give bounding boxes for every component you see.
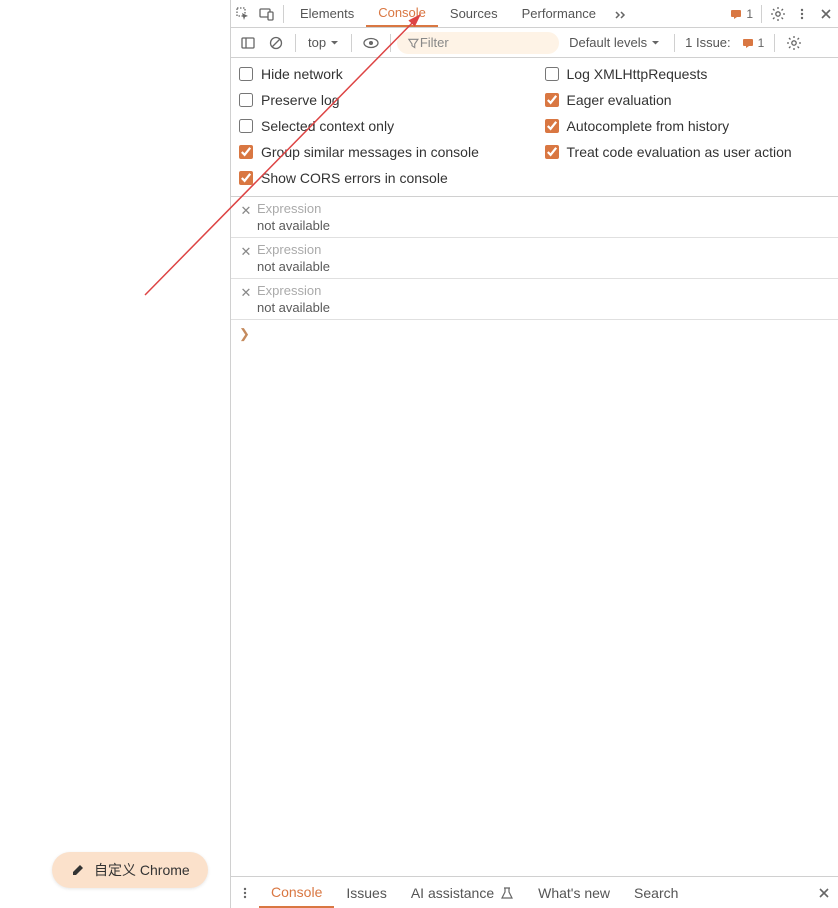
issues-count: 1 bbox=[758, 36, 765, 50]
console-prompt[interactable]: ❯ bbox=[231, 320, 838, 348]
divider bbox=[390, 34, 391, 52]
checkbox-hide-network[interactable]: Hide network bbox=[239, 66, 525, 82]
expression-placeholder[interactable]: Expression bbox=[257, 201, 330, 216]
remove-expression-icon[interactable]: ✕ bbox=[237, 201, 255, 219]
drawer-kebab-icon[interactable] bbox=[231, 886, 259, 900]
checkbox-log-xhr[interactable]: Log XMLHttpRequests bbox=[545, 66, 831, 82]
chevron-down-icon bbox=[651, 38, 660, 47]
messages-count: 1 bbox=[746, 7, 753, 21]
checkbox-eager-eval[interactable]: Eager evaluation bbox=[545, 92, 831, 108]
log-levels-selector[interactable]: Default levels bbox=[561, 35, 668, 50]
message-icon bbox=[741, 36, 755, 50]
levels-label: Default levels bbox=[569, 35, 647, 50]
close-devtools-icon[interactable] bbox=[814, 0, 838, 28]
more-tabs-chevron-icon[interactable] bbox=[608, 0, 632, 28]
issues-label: 1 Issue: bbox=[681, 35, 735, 50]
expression-placeholder[interactable]: Expression bbox=[257, 283, 330, 298]
divider bbox=[283, 5, 284, 23]
console-toolbar: top Default levels 1 Issue: 1 bbox=[231, 28, 838, 58]
filter-input[interactable] bbox=[420, 35, 549, 50]
drawer-tabs: Console Issues AI assistance What's new … bbox=[231, 876, 838, 908]
close-drawer-icon[interactable] bbox=[810, 886, 838, 900]
prompt-chevron-icon: ❯ bbox=[239, 326, 250, 342]
filter-input-wrapper[interactable] bbox=[397, 32, 559, 54]
drawer-tab-ai[interactable]: AI assistance bbox=[399, 877, 526, 908]
divider bbox=[761, 5, 762, 23]
console-settings-gear-icon[interactable] bbox=[781, 30, 807, 56]
expression-value: not available bbox=[257, 216, 330, 233]
divider bbox=[774, 34, 775, 52]
context-label: top bbox=[308, 35, 326, 50]
expression-placeholder[interactable]: Expression bbox=[257, 242, 330, 257]
filter-icon bbox=[407, 36, 420, 50]
kebab-menu-icon[interactable] bbox=[790, 0, 814, 28]
tab-elements[interactable]: Elements bbox=[288, 0, 366, 27]
message-icon bbox=[729, 7, 743, 21]
clear-console-icon[interactable] bbox=[263, 30, 289, 56]
checkbox-autocomplete[interactable]: Autocomplete from history bbox=[545, 118, 831, 134]
issues-badge[interactable]: 1 bbox=[737, 36, 769, 50]
drawer-tab-search[interactable]: Search bbox=[622, 877, 690, 908]
checkbox-show-cors[interactable]: Show CORS errors in console bbox=[239, 170, 525, 186]
device-toggle-icon[interactable] bbox=[255, 0, 279, 28]
tab-sources[interactable]: Sources bbox=[438, 0, 510, 27]
chevron-down-icon bbox=[330, 38, 339, 47]
devtools-top-tabs: Elements Console Sources Performance 1 bbox=[231, 0, 838, 28]
messages-badge[interactable]: 1 bbox=[725, 7, 757, 21]
expression-value: not available bbox=[257, 257, 330, 274]
divider bbox=[674, 34, 675, 52]
customize-label: 自定义 Chrome bbox=[94, 860, 190, 880]
live-expression-icon[interactable] bbox=[358, 30, 384, 56]
checkbox-preserve-log[interactable]: Preserve log bbox=[239, 92, 525, 108]
tab-console[interactable]: Console bbox=[366, 0, 438, 27]
customize-chrome-button[interactable]: 自定义 Chrome bbox=[52, 852, 208, 888]
remove-expression-icon[interactable]: ✕ bbox=[237, 283, 255, 301]
flask-icon bbox=[500, 886, 514, 900]
live-expression-row: ✕ Expression not available bbox=[231, 279, 838, 320]
divider bbox=[295, 34, 296, 52]
live-expression-row: ✕ Expression not available bbox=[231, 238, 838, 279]
toggle-sidebar-icon[interactable] bbox=[235, 30, 261, 56]
pencil-icon bbox=[70, 862, 86, 878]
settings-gear-icon[interactable] bbox=[766, 0, 790, 28]
expression-value: not available bbox=[257, 298, 330, 315]
drawer-tab-issues[interactable]: Issues bbox=[334, 877, 398, 908]
drawer-tab-whatsnew[interactable]: What's new bbox=[526, 877, 622, 908]
drawer-tab-console[interactable]: Console bbox=[259, 877, 334, 908]
remove-expression-icon[interactable]: ✕ bbox=[237, 242, 255, 260]
context-selector[interactable]: top bbox=[302, 35, 345, 50]
checkbox-group-similar[interactable]: Group similar messages in console bbox=[239, 144, 525, 160]
live-expression-row: ✕ Expression not available bbox=[231, 197, 838, 238]
inspect-element-icon[interactable] bbox=[231, 0, 255, 28]
divider bbox=[351, 34, 352, 52]
checkbox-selected-context[interactable]: Selected context only bbox=[239, 118, 525, 134]
devtools-panel: Elements Console Sources Performance 1 bbox=[230, 0, 838, 908]
tab-performance[interactable]: Performance bbox=[510, 0, 608, 27]
console-body[interactable] bbox=[231, 348, 838, 876]
checkbox-treat-code-eval[interactable]: Treat code evaluation as user action bbox=[545, 144, 831, 160]
console-settings-panel: Hide network Log XMLHttpRequests Preserv… bbox=[231, 58, 838, 197]
